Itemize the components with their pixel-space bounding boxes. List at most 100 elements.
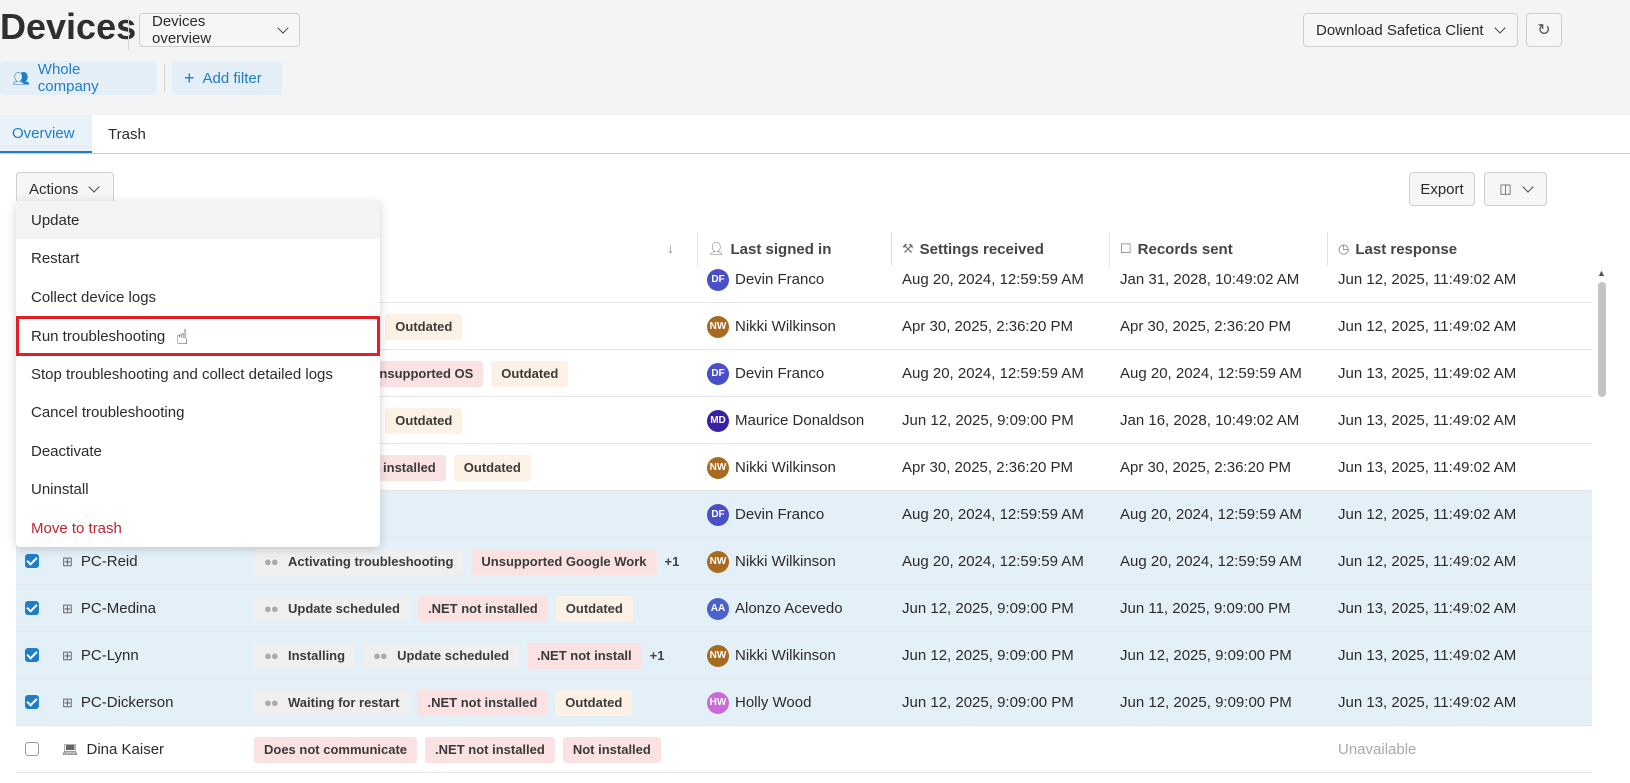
last-response-cell: Jun 13, 2025, 11:49:02 AM (1338, 365, 1517, 382)
sort-arrow-icon[interactable]: ↓ (667, 240, 674, 256)
device-name-cell[interactable]: ⊞ PC-Dickerson (62, 679, 252, 726)
menu-item-collect-device-logs[interactable]: Collect device logs (16, 278, 380, 316)
status-badge-label: Outdated (463, 460, 521, 475)
user-name[interactable]: Devin Franco (735, 506, 824, 523)
download-client-button[interactable]: Download Safetica Client (1303, 13, 1518, 47)
device-name: PC-Dickerson (80, 694, 174, 711)
refresh-icon: ↻ (1537, 22, 1551, 39)
progress-dots-icon: ●● (264, 554, 279, 569)
last-response-cell: Jun 12, 2025, 11:49:02 AM (1338, 271, 1517, 288)
settings-received-cell: Aug 20, 2024, 12:59:59 AM (902, 506, 1084, 523)
status-badge: Outdated (491, 360, 569, 387)
status-badge-label: Unsupported Google Work (481, 554, 647, 569)
table-row[interactable]: ⊞ PC-Lynn ●● Installing ●● Update scheduled .N… (16, 632, 1592, 679)
scrollbar-thumb[interactable] (1598, 282, 1606, 397)
device-name-cell[interactable]: 💻︎ Dina Kaiser (62, 726, 252, 773)
hand-cursor-icon: ☝︎ (176, 327, 189, 349)
workstation-icon: ⊞ (62, 694, 73, 710)
menu-item-run-troubleshooting[interactable]: Run troubleshooting (16, 316, 380, 356)
status-badge-label: .NET not installed (427, 601, 538, 616)
menu-item-restart[interactable]: Restart (16, 239, 380, 277)
columns-icon: ◫ (1499, 181, 1512, 196)
refresh-button[interactable]: ↻ (1526, 13, 1562, 47)
user-name[interactable]: Devin Franco (735, 365, 824, 382)
settings-received-cell: Aug 20, 2024, 12:59:59 AM (902, 271, 1084, 288)
user-name[interactable]: Holly Wood (735, 694, 811, 711)
column-label: Settings received (919, 240, 1044, 258)
device-name-cell[interactable]: ⊞ PC-Medina (62, 585, 252, 632)
status-badge-label: Activating troubleshooting (288, 554, 454, 569)
menu-item-uninstall[interactable]: Uninstall (16, 470, 380, 508)
device-name-cell[interactable]: ⊞ PC-Lynn (62, 632, 252, 679)
last-signed-in-cell: NW Nikki Wilkinson (707, 303, 897, 350)
scope-filter-button[interactable]: 👥︎ Whole company (0, 61, 157, 95)
row-checkbox[interactable] (25, 742, 39, 756)
status-badge-label: Outdated (395, 319, 453, 334)
records-sent-cell: Jan 31, 2028, 10:49:02 AM (1120, 271, 1300, 288)
table-row[interactable]: 💻︎ Dina Kaiser Does not communicate .NET no… (16, 726, 1592, 773)
menu-item-cancel-troubleshooting[interactable]: Cancel troubleshooting (16, 393, 380, 431)
status-badge: Does not communicate (254, 736, 418, 763)
tab-bar: Overview Trash (0, 115, 1630, 154)
user-name[interactable]: Nikki Wilkinson (735, 318, 836, 335)
status-cell: ●● Waiting for restart .NET not installed O… (254, 679, 686, 726)
menu-item-deactivate[interactable]: Deactivate (16, 432, 380, 470)
user-name[interactable]: Alonzo Acevedo (735, 600, 843, 617)
status-badge: .NET not install (527, 642, 642, 669)
status-badge: Outdated (385, 313, 463, 340)
row-checkbox[interactable] (25, 554, 39, 568)
last-signed-in-cell (707, 726, 897, 773)
last-response-cell: Jun 12, 2025, 11:49:02 AM (1338, 318, 1517, 335)
more-badges-count[interactable]: +1 (650, 648, 665, 663)
avatar: NW (707, 456, 729, 479)
row-checkbox[interactable] (25, 648, 39, 662)
status-badge: Not installed (562, 736, 661, 763)
user-icon: 👤︎ (708, 241, 725, 256)
table-row[interactable]: ⊞ PC-Dickerson ●● Waiting for restart .NET n… (16, 679, 1592, 726)
status-badge-label: Does not communicate (264, 742, 408, 757)
user-name[interactable]: Maurice Donaldson (735, 412, 864, 429)
last-signed-in-cell: DF Devin Franco (707, 256, 897, 303)
last-signed-in-cell: AA Alonzo Acevedo (707, 585, 897, 632)
last-response-cell: Jun 13, 2025, 11:49:02 AM (1338, 694, 1517, 711)
user-name[interactable]: Devin Franco (735, 271, 824, 288)
avatar: AA (707, 597, 729, 620)
user-name[interactable]: Nikki Wilkinson (735, 459, 836, 476)
tab-overview[interactable]: Overview (0, 115, 92, 153)
table-row[interactable]: ⊞ PC-Medina ●● Update scheduled .NET not ins… (16, 585, 1592, 632)
settings-received-cell (902, 726, 1112, 773)
user-name[interactable]: Nikki Wilkinson (735, 647, 836, 664)
status-badge: ●● Waiting for restart (254, 689, 410, 716)
workstation-icon: ⊞ (62, 553, 73, 569)
add-filter-button[interactable]: + Add filter (172, 61, 282, 95)
user-name[interactable]: Nikki Wilkinson (735, 553, 836, 570)
export-button[interactable]: Export (1409, 172, 1475, 206)
menu-item-update[interactable]: Update (16, 201, 380, 239)
records-sent-cell (1120, 726, 1330, 773)
status-cell: ●● Installing ●● Update scheduled .NET not i… (254, 632, 686, 679)
avatar: NW (707, 315, 729, 338)
row-checkbox[interactable] (25, 695, 39, 709)
status-badge-label: Outdated (501, 366, 559, 381)
last-signed-in-cell: NW Nikki Wilkinson (707, 632, 897, 679)
status-badge: Unsupported Google Work (471, 548, 657, 575)
page-title: Devices (0, 6, 137, 47)
status-badge: .NET not installed (417, 595, 548, 622)
scroll-up-icon[interactable]: ▲ (1597, 268, 1606, 278)
tab-trash[interactable]: Trash (96, 115, 166, 153)
more-badges-count[interactable]: +1 (665, 554, 680, 569)
last-response-cell: Jun 12, 2025, 11:49:02 AM (1338, 553, 1517, 570)
status-badge: Outdated (555, 689, 633, 716)
menu-item-stop-troubleshooting[interactable]: Stop troubleshooting and collect detaile… (16, 355, 380, 393)
row-checkbox[interactable] (25, 601, 39, 615)
columns-button[interactable]: ◫ (1484, 172, 1547, 206)
menu-item-move-to-trash[interactable]: Move to trash (16, 509, 380, 547)
avatar: NW (707, 550, 729, 573)
workstation-icon: ⊞ (62, 647, 73, 663)
avatar: DF (707, 268, 729, 291)
status-badge-label: Outdated (565, 601, 623, 616)
view-select[interactable]: Devices overview (139, 13, 300, 47)
settings-received-cell: Jun 12, 2025, 9:09:00 PM (902, 412, 1074, 429)
device-name: PC-Lynn (80, 647, 139, 664)
records-sent-cell: Apr 30, 2025, 2:36:20 PM (1120, 459, 1291, 476)
